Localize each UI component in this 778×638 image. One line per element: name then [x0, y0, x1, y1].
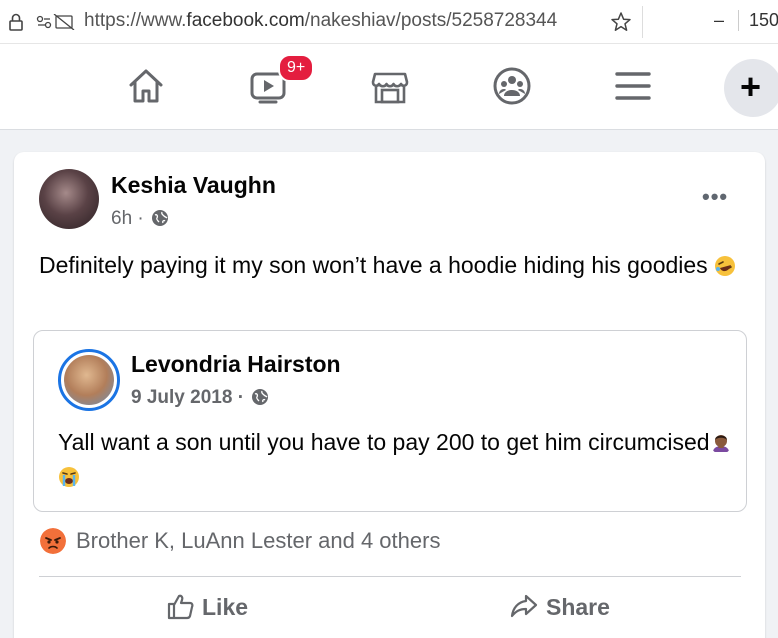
angry-reaction-icon — [40, 528, 66, 554]
home-icon — [129, 69, 163, 103]
url-fade — [564, 10, 604, 32]
shared-author-avatar[interactable] — [58, 349, 120, 411]
groups-icon — [493, 67, 531, 105]
shared-avatar-image — [64, 355, 114, 405]
menu-icon — [615, 72, 651, 100]
bookmark-star-icon[interactable] — [610, 11, 632, 33]
zoom-out-button[interactable]: – — [714, 10, 724, 31]
shared-post-meta: 9 July 2018 · — [131, 387, 269, 409]
url-field[interactable]: https://www.facebook.com/nakeshiav/posts… — [84, 10, 604, 32]
create-button[interactable]: + — [724, 59, 778, 117]
post-meta: 6h · — [111, 208, 169, 230]
url-path: /nakeshiav/posts/5258728344 — [304, 10, 558, 31]
permissions-icon[interactable] — [36, 14, 76, 30]
lock-icon[interactable] — [8, 13, 24, 31]
create-icon: + — [740, 66, 762, 107]
nav-home[interactable] — [126, 66, 166, 106]
toolbar-separator — [642, 6, 643, 38]
shared-post-date[interactable]: 9 July 2018 · — [131, 387, 244, 408]
reactions-summary[interactable]: Brother K, LuAnn Lester and 4 others — [40, 528, 440, 554]
like-thumb-icon — [167, 594, 194, 620]
like-label: Like — [202, 594, 249, 620]
browser-url-bar: https://www.facebook.com/nakeshiav/posts… — [0, 0, 778, 44]
share-arrow-icon — [510, 594, 538, 618]
post-time[interactable]: 6h · — [111, 208, 144, 229]
crying-face-emoji-icon — [59, 467, 79, 487]
shared-post-body: Yall want a son until you have to pay 20… — [58, 425, 738, 493]
nav-marketplace[interactable] — [370, 66, 410, 106]
post-author[interactable]: Keshia Vaughn — [111, 172, 276, 199]
more-options-icon[interactable]: ••• — [702, 184, 728, 210]
reactions-text: Brother K, LuAnn Lester and 4 others — [76, 528, 441, 553]
zoom-level[interactable]: 150 — [738, 10, 778, 31]
actions-divider — [39, 576, 741, 577]
globe-icon — [152, 210, 169, 226]
post-card: Keshia Vaughn 6h · ••• Definitely paying… — [14, 152, 765, 638]
woman-facepalm-emoji-icon — [712, 435, 729, 452]
nav-groups[interactable] — [492, 66, 532, 106]
shared-post-text: Yall want a son until you have to pay 20… — [58, 429, 710, 455]
watch-notification-badge: 9+ — [278, 54, 315, 82]
shared-post-author[interactable]: Levondria Hairston — [131, 351, 341, 378]
url-prefix: https://www. — [84, 10, 187, 31]
author-avatar[interactable] — [39, 169, 99, 229]
globe-icon — [252, 389, 269, 405]
post-text: Definitely paying it my son won’t have a… — [39, 252, 708, 278]
rofl-emoji-icon — [715, 256, 736, 276]
share-button[interactable]: Share — [510, 592, 610, 621]
url-domain: facebook.com — [186, 10, 305, 31]
share-label: Share — [546, 594, 610, 620]
facebook-nav-bar: 9+ + — [0, 44, 778, 130]
post-body: Definitely paying it my son won’t have a… — [39, 248, 739, 282]
marketplace-icon — [371, 72, 409, 104]
like-button[interactable]: Like — [166, 592, 248, 621]
shared-post[interactable]: Levondria Hairston 9 July 2018 · Yall wa… — [33, 330, 747, 512]
nav-menu[interactable] — [613, 66, 653, 106]
